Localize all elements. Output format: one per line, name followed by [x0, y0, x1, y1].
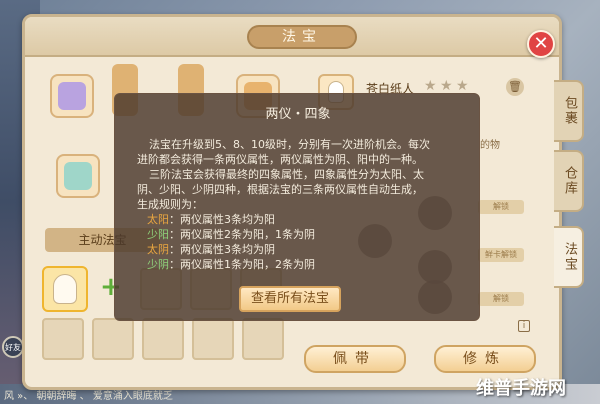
refine-button[interactable]: 修炼 [434, 345, 536, 373]
view-all-treasures-button[interactable]: 查看所有法宝 [239, 286, 341, 312]
rule-line: 少阳：两仪属性2条为阳，1条为阴 [147, 226, 315, 242]
paper-doll-icon [53, 274, 77, 304]
rule-key: 少阴 [147, 258, 169, 271]
friends-label: 好友 [5, 343, 21, 352]
friends-chat-button[interactable]: 好友 [2, 336, 24, 358]
rule-line: 少阴：两仪属性1条为阳，2条为阴 [147, 256, 315, 272]
treasure-slot[interactable] [56, 154, 100, 198]
rule-key: 太阴 [147, 243, 169, 256]
info-icon[interactable]: i [518, 320, 530, 332]
rule-line: 太阳：两仪属性3条均为阳 [147, 211, 275, 227]
rule-key: 太阳 [147, 213, 169, 226]
rule-line: 太阴：两仪属性3条均为阴 [147, 241, 275, 257]
popup-text-line: 三阶法宝会获得最终的四象属性，四象属性分为太阳、太 [149, 168, 424, 181]
popup-text-line: 阴、少阳、少阴四种，根据法宝的三条两仪属性自动生成， [137, 183, 423, 196]
rule-separator: ： [169, 213, 180, 226]
panel-header: 法宝 [25, 17, 559, 57]
tab-warehouse[interactable]: 仓库 [554, 150, 584, 212]
inventory-slot[interactable] [242, 318, 284, 360]
treasure-slot[interactable] [50, 74, 94, 118]
rule-separator: ： [169, 243, 180, 256]
rule-text: 两仪属性3条均为阴 [180, 243, 275, 256]
rule-text: 两仪属性2条为阳，1条为阴 [180, 228, 315, 241]
treasure-art-icon [58, 82, 86, 110]
star-icon: ★ [456, 78, 469, 94]
unlock-tag: 解锁 [478, 292, 524, 306]
rule-separator: ： [169, 258, 180, 271]
close-button[interactable]: ✕ [527, 30, 555, 58]
close-icon: ✕ [533, 33, 549, 54]
equip-button[interactable]: 佩带 [304, 345, 406, 373]
popup-text-line: 生成规则为： [137, 198, 203, 211]
rule-text: 两仪属性3条均为阳 [180, 213, 275, 226]
panel-title: 法宝 [247, 25, 357, 49]
inventory-slot[interactable] [192, 318, 234, 360]
popup-text-line: 进阶都会获得一条两仪属性，两仪属性为阴、阳中的一种。 [137, 153, 423, 166]
item-description-fragment: 的物 [480, 140, 500, 151]
popup-title: 两仪・四象 [265, 107, 331, 122]
inventory-slot[interactable] [142, 318, 184, 360]
inventory-slot[interactable] [42, 318, 84, 360]
inventory-slot[interactable] [92, 318, 134, 360]
watermark: 维普手游网 [476, 378, 566, 399]
info-popup: 两仪・四象 法宝在升级到5、8、10级时，分别有一次进阶机会。每次 进阶都会获得… [114, 93, 480, 321]
treasure-inventory-slot-selected[interactable] [42, 266, 88, 312]
unlock-tag: 鲜卡解锁 [478, 248, 524, 262]
star-icon: ★ [440, 78, 453, 94]
popup-text-line: 法宝在升级到5、8、10级时，分别有一次进阶机会。每次 [149, 138, 430, 151]
tab-treasure[interactable]: 法宝 [554, 226, 584, 288]
rule-text: 两仪属性1条为阳，2条为阴 [180, 258, 315, 271]
trash-icon[interactable]: 🗑 [506, 78, 524, 96]
tab-inventory[interactable]: 包裹 [554, 80, 584, 142]
rule-key: 少阳 [147, 228, 169, 241]
unlock-tag: 解锁 [478, 200, 524, 214]
rule-separator: ： [169, 228, 180, 241]
star-icon: ★ [424, 78, 437, 94]
treasure-art-icon [64, 162, 92, 190]
